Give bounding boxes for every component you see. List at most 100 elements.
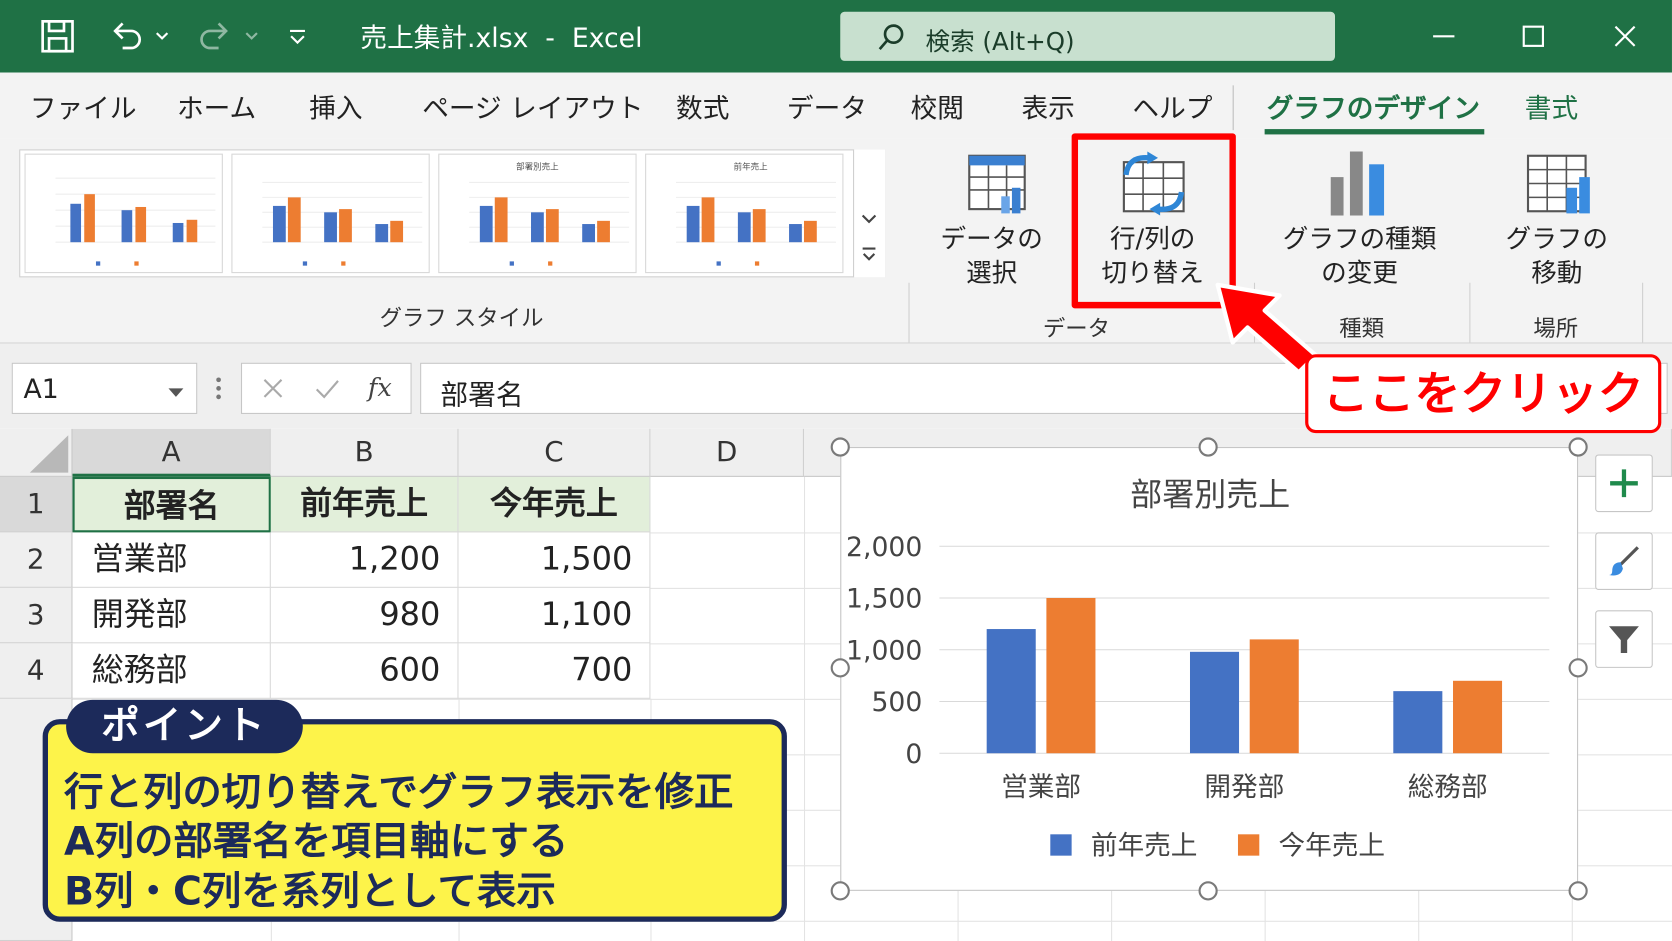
change-chart-type-button[interactable]: グラフの種類 の変更 bbox=[1280, 149, 1440, 290]
cell-b4[interactable]: 600 bbox=[270, 643, 459, 699]
x-category-label: 開発部 bbox=[1204, 772, 1284, 803]
tab-view[interactable]: 表示 bbox=[1022, 87, 1075, 125]
search-box[interactable]: 検索 (Alt+Q) bbox=[840, 11, 1336, 61]
resize-handle[interactable] bbox=[1568, 881, 1588, 901]
point-line-3: B列・C列を系列として表示 bbox=[63, 868, 556, 915]
row-header-4[interactable]: 4 bbox=[0, 643, 73, 699]
cancel-icon[interactable] bbox=[261, 377, 284, 405]
row-header-2[interactable]: 2 bbox=[0, 532, 73, 588]
resize-handle[interactable] bbox=[1198, 437, 1218, 457]
customize-icon[interactable] bbox=[282, 15, 314, 58]
legend-label: 今年売上 bbox=[1278, 831, 1385, 862]
type-group-label: 種類 bbox=[1339, 315, 1385, 342]
title-bar: 売上集計.xlsx - Excel 検索 (Alt+Q) bbox=[0, 0, 1672, 73]
cell-c3[interactable]: 1,100 bbox=[458, 587, 651, 644]
tab-review[interactable]: 校閲 bbox=[911, 87, 964, 125]
undo-icon[interactable] bbox=[104, 15, 147, 58]
cell-a3[interactable]: 開発部 bbox=[72, 587, 271, 644]
cell-c2[interactable]: 1,500 bbox=[458, 532, 651, 588]
y-tick-label: 1,000 bbox=[846, 635, 922, 666]
maximize-icon[interactable] bbox=[1512, 15, 1555, 58]
cell-c1[interactable]: 今年売上 bbox=[458, 476, 651, 533]
select-data-button[interactable]: データの 選択 bbox=[938, 151, 1045, 290]
column-header-c[interactable]: C bbox=[458, 428, 651, 477]
filter-icon bbox=[1609, 626, 1639, 653]
active-tab-indicator bbox=[1264, 129, 1485, 135]
redo-icon[interactable] bbox=[194, 15, 237, 58]
chart-styles-label: グラフ スタイル bbox=[379, 305, 544, 331]
formula-value: 部署名 bbox=[440, 379, 524, 412]
more-options-icon[interactable] bbox=[215, 376, 221, 406]
ribbon-separator bbox=[1469, 282, 1471, 343]
move-chart-button[interactable]: グラフの 移動 bbox=[1503, 151, 1610, 290]
column-header-a[interactable]: A bbox=[72, 428, 271, 477]
resize-handle[interactable] bbox=[1568, 437, 1588, 457]
move-chart-icon bbox=[1503, 151, 1610, 217]
tab-file[interactable]: ファイル bbox=[30, 87, 137, 125]
tab-help[interactable]: ヘルプ bbox=[1132, 87, 1212, 125]
chart-styles-button[interactable] bbox=[1595, 532, 1653, 590]
tab-separator bbox=[1232, 85, 1234, 131]
tab-home[interactable]: ホーム bbox=[177, 87, 256, 125]
tab-insert[interactable]: 挿入 bbox=[309, 87, 362, 125]
column-header-b[interactable]: B bbox=[270, 428, 459, 477]
x-category-label: 総務部 bbox=[1408, 772, 1488, 803]
cell-a2[interactable]: 営業部 bbox=[72, 532, 271, 588]
select-data-label-1: データの bbox=[940, 224, 1043, 254]
cell-b1[interactable]: 前年売上 bbox=[270, 476, 459, 533]
chevron-down-icon[interactable] bbox=[166, 383, 185, 403]
y-tick-label: 500 bbox=[871, 687, 922, 718]
cell-c4[interactable]: 700 bbox=[458, 643, 651, 699]
bar-curr-2 bbox=[1249, 639, 1299, 754]
ribbon-tabs: ファイル ホーム 挿入 ページ レイアウト 数式 データ 校閲 表示 ヘルプ グ… bbox=[0, 72, 1672, 139]
row-header-1[interactable]: 1 bbox=[0, 476, 73, 533]
column-header-d[interactable]: D bbox=[650, 428, 804, 477]
chart-elements-button[interactable] bbox=[1595, 454, 1653, 513]
click-here-text: ここをクリック bbox=[1322, 368, 1644, 422]
tab-data[interactable]: データ bbox=[787, 87, 867, 125]
resize-handle[interactable] bbox=[830, 881, 850, 901]
bar-prev-1 bbox=[986, 629, 1036, 754]
bar-curr-3 bbox=[1453, 680, 1503, 754]
chart-filters-button[interactable] bbox=[1595, 610, 1653, 668]
change-chart-type-icon bbox=[1280, 149, 1440, 217]
select-all-corner[interactable] bbox=[0, 428, 73, 477]
minimize-icon[interactable] bbox=[1422, 15, 1465, 58]
row-header-3[interactable]: 3 bbox=[0, 587, 73, 644]
chart-style-thumb-3[interactable]: 部署別売上 bbox=[438, 153, 637, 274]
resize-handle[interactable] bbox=[830, 658, 850, 678]
chart-area[interactable]: 部署別売上 0 500 1,000 1,500 2,000 営業部 開発部 総務部 前年売上 今年売… bbox=[840, 447, 1579, 891]
resize-handle[interactable] bbox=[830, 437, 850, 457]
enter-icon[interactable] bbox=[315, 377, 341, 405]
insert-function-icon[interactable]: fx bbox=[368, 372, 392, 402]
tab-format[interactable]: 書式 bbox=[1525, 87, 1578, 125]
chart-style-thumb-1[interactable] bbox=[24, 153, 223, 274]
formula-buttons: fx bbox=[240, 362, 412, 414]
cell-a4[interactable]: 総務部 bbox=[72, 643, 271, 699]
resize-handle[interactable] bbox=[1568, 658, 1588, 678]
cell-a1[interactable]: 部署名 bbox=[72, 476, 271, 533]
gallery-scroll bbox=[853, 149, 886, 278]
tab-chart-design[interactable]: グラフのデザイン bbox=[1267, 87, 1480, 125]
resize-handle[interactable] bbox=[1198, 881, 1218, 901]
name-box[interactable]: A1 bbox=[11, 362, 198, 414]
chart-style-thumb-4[interactable]: 前年売上 bbox=[645, 153, 844, 274]
point-tag: ポイント bbox=[66, 699, 303, 754]
redo-dropdown-icon[interactable] bbox=[239, 15, 265, 58]
tab-page-layout[interactable]: ページ レイアウト bbox=[422, 87, 643, 125]
tab-formulas[interactable]: 数式 bbox=[676, 87, 729, 125]
chart-style-thumb-2[interactable] bbox=[231, 153, 430, 274]
bar-prev-2 bbox=[1189, 651, 1240, 754]
ribbon-separator bbox=[1642, 282, 1644, 343]
close-icon[interactable] bbox=[1604, 15, 1647, 58]
undo-dropdown-icon[interactable] bbox=[149, 15, 175, 58]
cell-b2[interactable]: 1,200 bbox=[270, 532, 459, 588]
gallery-more-icon[interactable] bbox=[861, 245, 878, 266]
gallery-down-icon[interactable] bbox=[861, 209, 878, 229]
point-line-2: A列の部署名を項目軸にする bbox=[63, 818, 569, 865]
ribbon-separator bbox=[908, 282, 910, 343]
save-icon[interactable] bbox=[36, 15, 79, 58]
legend-label: 前年売上 bbox=[1091, 831, 1198, 862]
cell-b3[interactable]: 980 bbox=[270, 587, 459, 644]
click-here-callout: ここをクリック bbox=[1305, 354, 1662, 434]
